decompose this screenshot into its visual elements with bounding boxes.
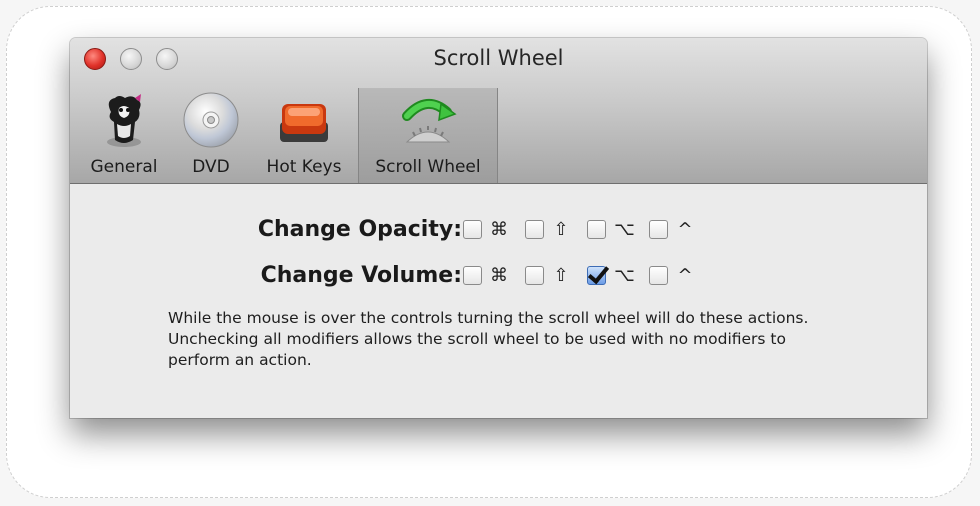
opacity-shift-checkbox[interactable] (525, 219, 544, 239)
volume-command-option[interactable]: ⌘ (463, 265, 508, 286)
opacity-command-checkbox[interactable] (463, 219, 482, 239)
volume-modifiers: ⌘ ⇧ ⌥ ^ (463, 265, 711, 286)
window-title: Scroll Wheel (433, 46, 564, 70)
shift-key-icon: ⇧ (553, 218, 569, 240)
general-icon (97, 92, 151, 154)
opacity-modifiers: ⌘ ⇧ ⌥ ^ (463, 219, 711, 240)
tab-hot-keys[interactable]: Hot Keys (254, 88, 354, 183)
command-key-icon: ⌘ (490, 218, 508, 240)
volume-option-checkbox[interactable] (587, 265, 606, 285)
volume-command-checkbox[interactable] (463, 265, 482, 285)
shift-key-icon: ⇧ (553, 264, 569, 286)
tab-scroll-wheel-label: Scroll Wheel (375, 157, 481, 177)
opacity-label: Change Opacity: (257, 216, 462, 242)
volume-shift-option[interactable]: ⇧ (525, 265, 570, 286)
option-key-icon: ⌥ (614, 218, 635, 240)
toolbar: Scroll Wheel General DVD Hot Keys Scroll… (70, 38, 927, 184)
control-key-icon: ^ (677, 218, 693, 240)
dvd-icon (182, 92, 240, 154)
opacity-control-option[interactable]: ^ (649, 219, 694, 240)
hot-keys-icon (274, 92, 334, 154)
tab-general[interactable]: General (78, 88, 170, 183)
opacity-option-option[interactable]: ⌥ (587, 218, 635, 240)
scroll-wheel-icon (393, 92, 463, 154)
preferences-window: Scroll Wheel General DVD Hot Keys Scroll… (70, 38, 927, 418)
tab-scroll-wheel[interactable]: Scroll Wheel (358, 88, 498, 183)
volume-option-option[interactable]: ⌥ (587, 264, 635, 286)
scroll-wheel-pane: Change Opacity: ⌘ ⇧ ⌥ ^ Change Volume: ⌘… (70, 184, 927, 418)
volume-label: Change Volume: (260, 262, 462, 288)
command-key-icon: ⌘ (490, 264, 508, 286)
tab-hot-keys-label: Hot Keys (266, 157, 342, 177)
opacity-shift-option[interactable]: ⇧ (525, 219, 570, 240)
option-key-icon: ⌥ (614, 264, 635, 286)
tab-general-label: General (90, 157, 158, 177)
volume-row: Change Volume: ⌘ ⇧ ⌥ ^ (70, 260, 927, 290)
opacity-command-option[interactable]: ⌘ (463, 219, 508, 240)
volume-control-option[interactable]: ^ (649, 265, 694, 286)
volume-shift-checkbox[interactable] (525, 265, 544, 285)
control-key-icon: ^ (677, 264, 693, 286)
opacity-row: Change Opacity: ⌘ ⇧ ⌥ ^ (70, 214, 927, 244)
volume-control-checkbox[interactable] (649, 265, 668, 285)
tab-dvd-label: DVD (192, 157, 230, 177)
tab-dvd[interactable]: DVD (174, 88, 248, 183)
opacity-option-checkbox[interactable] (587, 219, 606, 239)
description-text: While the mouse is over the controls tur… (168, 309, 809, 369)
opacity-control-checkbox[interactable] (649, 219, 668, 239)
